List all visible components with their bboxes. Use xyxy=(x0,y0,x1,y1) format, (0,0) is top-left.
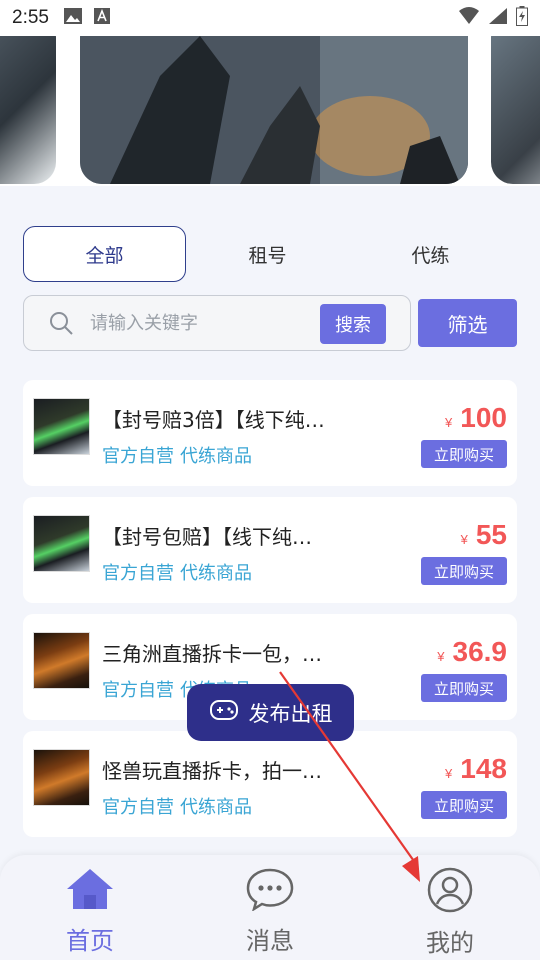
filter-button[interactable]: 筛选 xyxy=(418,299,517,347)
product-card[interactable]: 【封号赔3倍】【线下纯… 官方自营 代练商品 ¥100 立即购买 xyxy=(23,380,517,486)
tab-all[interactable]: 全部 xyxy=(23,226,186,282)
currency-symbol: ¥ xyxy=(460,532,468,547)
product-card[interactable]: 怪兽玩直播拆卡，拍一… 官方自营 代练商品 ¥148 立即购买 xyxy=(23,731,517,837)
tag-category: 代练商品 xyxy=(180,446,252,467)
tag-category: 代练商品 xyxy=(180,797,252,818)
banner-image-next[interactable] xyxy=(491,36,540,184)
nav-home[interactable]: 首页 xyxy=(0,855,180,960)
price-value: 36.9 xyxy=(452,636,508,667)
currency-symbol: ¥ xyxy=(437,649,445,664)
banner-carousel[interactable] xyxy=(0,36,540,186)
tag-official: 官方自营 xyxy=(102,446,174,467)
currency-symbol: ¥ xyxy=(445,766,453,781)
price-value: 55 xyxy=(475,519,507,550)
product-price: ¥36.9 xyxy=(437,636,507,668)
nav-profile[interactable]: 我的 xyxy=(360,855,540,960)
currency-symbol: ¥ xyxy=(445,415,453,430)
publish-rental-label: 发布出租 xyxy=(248,701,333,726)
price-value: 148 xyxy=(460,753,507,784)
status-time: 2:55 xyxy=(12,7,49,28)
buy-now-button[interactable]: 立即购买 xyxy=(421,791,507,819)
search-icon xyxy=(48,310,74,336)
home-icon xyxy=(65,867,115,915)
product-thumbnail xyxy=(33,398,90,455)
product-price: ¥148 xyxy=(445,753,507,785)
tag-official: 官方自营 xyxy=(102,797,174,818)
signal-icon xyxy=(488,7,508,29)
search-input[interactable] xyxy=(90,312,300,334)
product-title: 怪兽玩直播拆卡，拍一… xyxy=(102,759,322,783)
wifi-icon xyxy=(458,7,480,29)
product-title: 【封号赔3倍】【线下纯… xyxy=(102,408,325,432)
product-title: 【封号包赔】【线下纯… xyxy=(102,525,312,549)
nav-messages-label: 消息 xyxy=(246,927,294,955)
buy-now-button[interactable]: 立即购买 xyxy=(421,557,507,585)
gamepad-icon xyxy=(209,698,239,727)
search-button[interactable]: 搜索 xyxy=(320,304,386,344)
buy-now-button[interactable]: 立即购买 xyxy=(421,440,507,468)
chat-icon xyxy=(245,867,295,915)
publish-rental-button[interactable]: 发布出租 xyxy=(187,684,354,741)
nav-profile-label: 我的 xyxy=(426,929,474,957)
product-title: 三角洲直播拆卡一包，… xyxy=(102,642,322,666)
tag-official: 官方自营 xyxy=(102,680,174,701)
image-icon xyxy=(63,7,83,29)
product-tags: 官方自营代练商品 xyxy=(102,793,252,819)
search-box: 搜索 xyxy=(23,295,411,351)
product-tags: 官方自营代练商品 xyxy=(102,559,252,585)
banner-image[interactable] xyxy=(80,36,468,184)
product-price: ¥55 xyxy=(461,519,507,551)
price-value: 100 xyxy=(460,402,507,433)
nav-home-label: 首页 xyxy=(66,927,114,955)
product-thumbnail xyxy=(33,749,90,806)
tab-rent[interactable]: 租号 xyxy=(186,226,349,282)
bottom-nav: 首页 消息 我的 xyxy=(0,855,540,960)
product-thumbnail xyxy=(33,515,90,572)
banner-image-prev[interactable] xyxy=(0,36,56,184)
tag-official: 官方自营 xyxy=(102,563,174,584)
font-icon xyxy=(93,7,111,29)
tag-category: 代练商品 xyxy=(180,563,252,584)
buy-now-button[interactable]: 立即购买 xyxy=(421,674,507,702)
status-bar: 2:55 xyxy=(0,0,540,36)
tab-boost[interactable]: 代练 xyxy=(349,226,512,282)
product-thumbnail xyxy=(33,632,90,689)
battery-icon xyxy=(516,6,528,30)
product-tags: 官方自营代练商品 xyxy=(102,442,252,468)
product-price: ¥100 xyxy=(445,402,507,434)
category-tabs: 全部 租号 代练 xyxy=(23,226,523,282)
product-card[interactable]: 【封号包赔】【线下纯… 官方自营 代练商品 ¥55 立即购买 xyxy=(23,497,517,603)
nav-messages[interactable]: 消息 xyxy=(180,855,360,960)
user-icon xyxy=(425,867,475,917)
